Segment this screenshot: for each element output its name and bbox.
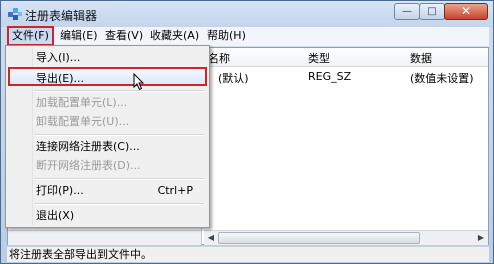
menu-item-print-label: 打印(P)... xyxy=(36,184,84,197)
title-bar: 注册表编辑器 — □ ✕ xyxy=(1,1,493,27)
tree-horizontal-scrollbar[interactable] xyxy=(8,230,201,245)
menu-item-print[interactable]: 打印(P)... Ctrl+P xyxy=(8,181,207,200)
menu-item-disconnect-registry[interactable]: 断开网络注册表(D)... xyxy=(8,156,207,175)
menu-separator xyxy=(34,203,204,205)
value-name: (默认) xyxy=(218,72,249,85)
scroll-thumb[interactable] xyxy=(218,232,420,244)
status-bar: 将注册表全部导出到文件中。 xyxy=(7,246,489,262)
column-header-type[interactable]: 类型 xyxy=(308,50,330,66)
close-icon: ✕ xyxy=(460,4,472,18)
menu-item-unload-hive[interactable]: 卸载配置单元(U)... xyxy=(8,112,207,131)
menu-bar: 文件(F) 编辑(E) 查看(V) 收藏夹(A) 帮助(H) xyxy=(7,26,489,47)
scroll-left-icon[interactable]: ◀ xyxy=(205,232,217,243)
menu-separator xyxy=(34,178,204,180)
menu-item-load-hive[interactable]: 加载配置单元(L)... xyxy=(8,93,207,112)
registry-editor-icon xyxy=(8,8,22,20)
menu-item-exit-label: 退出(X) xyxy=(36,209,75,222)
mouse-pointer-icon xyxy=(133,73,145,91)
maximize-icon: □ xyxy=(427,6,437,17)
column-header-data[interactable]: 数据 xyxy=(410,50,432,66)
menu-separator xyxy=(34,134,204,136)
menu-favorites[interactable]: 收藏夹(A) xyxy=(146,28,203,44)
menu-item-print-shortcut: Ctrl+P xyxy=(157,184,193,197)
menu-item-import[interactable]: 导入(I)... xyxy=(8,48,207,67)
column-header-name[interactable]: 名称 xyxy=(208,50,230,66)
value-data: (数值未设置) xyxy=(410,72,474,85)
menu-item-load-hive-label: 加载配置单元(L)... xyxy=(36,96,128,109)
scroll-right-icon[interactable]: ▶ xyxy=(475,232,487,243)
value-row[interactable]: (默认) REG_SZ (数值未设置) xyxy=(204,68,488,85)
menu-separator xyxy=(34,90,204,92)
close-button[interactable]: ✕ xyxy=(444,3,488,20)
menu-edit[interactable]: 编辑(E) xyxy=(56,28,102,44)
value-type: REG_SZ xyxy=(308,70,352,83)
minimize-button[interactable]: — xyxy=(394,3,420,20)
menu-file[interactable]: 文件(F) xyxy=(7,26,54,46)
minimize-icon: — xyxy=(402,6,412,17)
menu-item-export[interactable]: 导出(E)... xyxy=(8,67,207,86)
window-title: 注册表编辑器 xyxy=(25,9,98,23)
values-horizontal-scrollbar[interactable]: ◀ ▶ xyxy=(204,230,488,245)
menu-item-exit[interactable]: 退出(X) xyxy=(8,206,207,225)
menu-item-connect-registry[interactable]: 连接网络注册表(C)... xyxy=(8,137,207,156)
menu-item-unload-hive-label: 卸载配置单元(U)... xyxy=(36,115,130,128)
menu-help[interactable]: 帮助(H) xyxy=(203,28,250,44)
menu-item-import-label: 导入(I)... xyxy=(36,51,81,64)
menu-view[interactable]: 查看(V) xyxy=(101,28,147,44)
window-controls: — □ ✕ xyxy=(394,3,488,21)
values-list-header: 名称 类型 数据 xyxy=(204,48,488,67)
menu-item-export-label: 导出(E)... xyxy=(36,72,85,85)
file-menu-dropdown: 导入(I)... 导出(E)... 加载配置单元(L)... 卸载配置单元(U)… xyxy=(5,45,210,228)
menu-item-connect-registry-label: 连接网络注册表(C)... xyxy=(36,140,140,153)
maximize-button[interactable]: □ xyxy=(419,3,445,20)
menu-item-disconnect-registry-label: 断开网络注册表(D)... xyxy=(36,159,141,172)
